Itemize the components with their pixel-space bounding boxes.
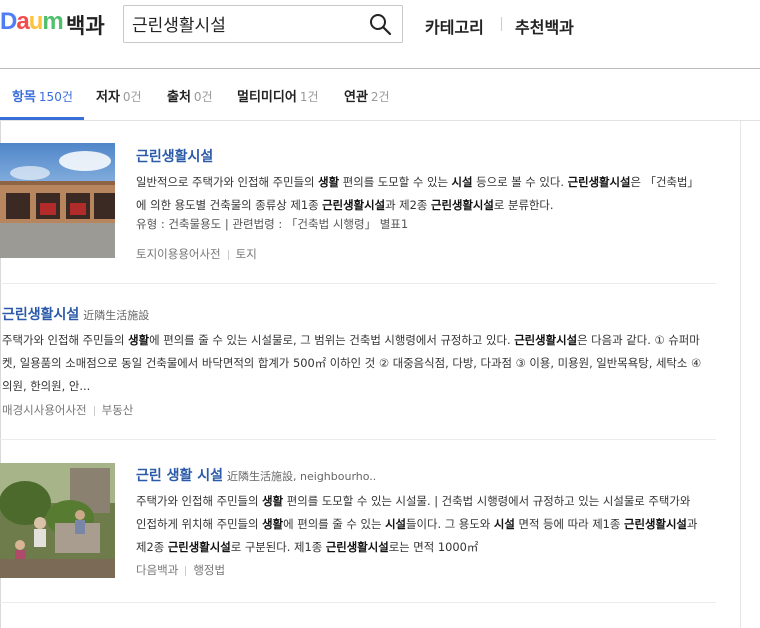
tab-sources[interactable]: 출처 0건	[167, 86, 213, 105]
result-tabs: 항목 150건 저자 0건 출처 0건 멀티미디어 1건 연관 2건	[0, 68, 760, 121]
source-separator	[93, 405, 95, 416]
source-dictionary-link[interactable]: 다음백과	[136, 563, 178, 577]
search-input[interactable]	[132, 11, 362, 35]
tab-related[interactable]: 연관 2건	[344, 86, 390, 105]
tab-count: 2건	[370, 90, 390, 104]
tab-multimedia[interactable]: 멀티미디어 1건	[237, 86, 319, 105]
nav-recommended[interactable]: 추천백과	[515, 14, 574, 38]
result-source: 토지이용용어사전 토지	[136, 246, 257, 262]
result-divider	[0, 283, 716, 284]
tab-label: 멀티미디어	[237, 90, 297, 105]
active-tab-indicator	[0, 117, 84, 120]
tab-count: 150건	[38, 90, 73, 104]
result-title-row: 근린 생활 시설 近隣生活施設, neighbourho..	[136, 465, 376, 485]
search-icon[interactable]	[368, 12, 392, 36]
result-thumbnail-garden[interactable]	[0, 463, 115, 578]
nav-category[interactable]: 카테고리	[425, 14, 484, 38]
nav-separator	[501, 17, 502, 31]
result-divider	[0, 439, 716, 440]
source-category-link[interactable]: 부동산	[102, 403, 134, 417]
result-title[interactable]: 근린 생활 시설	[136, 468, 223, 484]
tab-label: 출처	[167, 90, 191, 105]
result-description: 주택가와 인접해 주민들의 생활 편의를 도모할 수 있는 시설물. | 건축법…	[136, 494, 698, 554]
result-meta: 유형 : 건축물용도 | 관련법령 : 「건축법 시행령」 별표1	[136, 217, 409, 231]
result-description: 일반적으로 주택가와 인접해 주민들의 생활 편의를 도모할 수 있는 시설 등…	[136, 175, 699, 212]
tab-label: 저자	[96, 90, 120, 105]
source-category-link[interactable]: 행정법	[193, 563, 225, 577]
source-separator	[227, 249, 229, 260]
source-category-link[interactable]: 토지	[236, 247, 257, 261]
result-title[interactable]: 근린생활시설	[2, 307, 79, 323]
source-dictionary-link[interactable]: 매경시사용어사전	[2, 403, 87, 417]
result-title-row: 근린생활시설 近隣生活施設	[2, 304, 149, 324]
tab-authors[interactable]: 저자 0건	[96, 86, 142, 105]
daum-logo[interactable]: Daum	[0, 8, 64, 36]
result-description: 주택가와 인접해 주민들의 생활에 편의를 줄 수 있는 시설물로, 그 범위는…	[2, 333, 702, 393]
search-box[interactable]	[123, 5, 403, 43]
tab-label: 항목	[12, 90, 36, 105]
source-dictionary-link[interactable]: 토지이용용어사전	[136, 247, 221, 261]
tab-items[interactable]: 항목 150건	[12, 86, 73, 105]
result-divider	[0, 602, 716, 603]
result-thumbnail-fire-station[interactable]	[0, 143, 115, 258]
tab-label: 연관	[344, 90, 368, 105]
result-source: 다음백과 행정법	[136, 562, 225, 578]
source-separator	[185, 565, 187, 576]
result-source: 매경시사용어사전 부동산	[2, 402, 133, 418]
result-hanja: 近隣生活施設	[83, 309, 150, 322]
right-border	[740, 121, 741, 628]
result-hanja: 近隣生活施設, neighbourho..	[227, 470, 377, 483]
tab-count: 0건	[193, 90, 213, 104]
header: Daum 백과 카테고리 추천백과	[0, 0, 760, 69]
tab-count: 0건	[122, 90, 142, 104]
tab-count: 1건	[299, 90, 319, 104]
logo-sub-title[interactable]: 백과	[66, 10, 105, 40]
result-title[interactable]: 근린생활시설	[136, 146, 213, 166]
